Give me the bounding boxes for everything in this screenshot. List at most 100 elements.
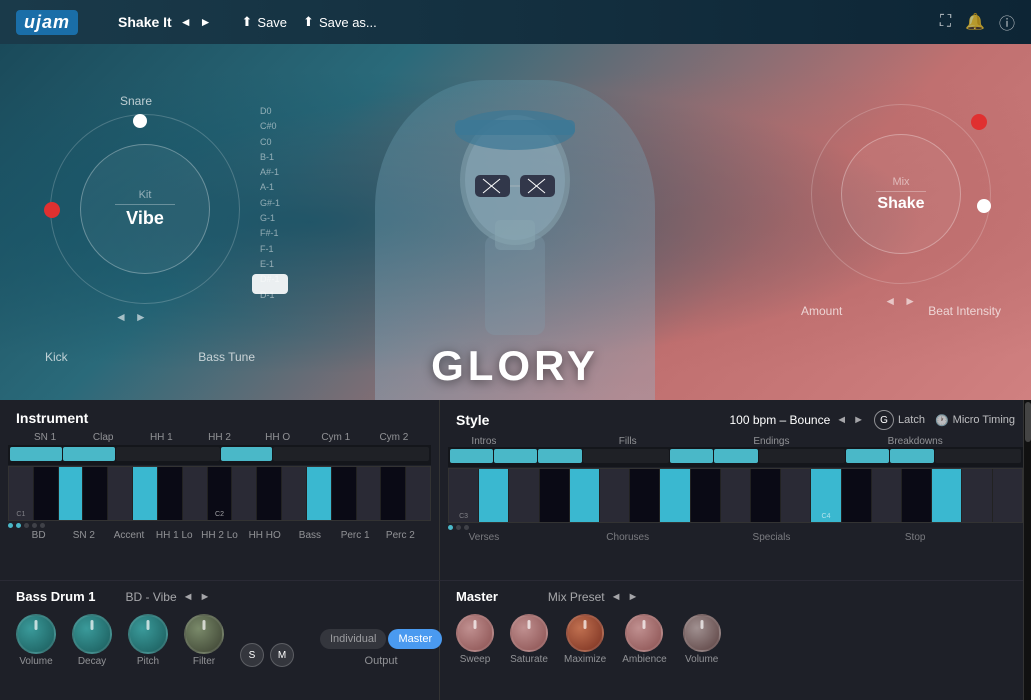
preset-next-button[interactable]: ►	[200, 15, 212, 29]
style-key-cs4[interactable]	[842, 469, 872, 522]
scrollbar-thumb[interactable]	[1025, 402, 1031, 442]
top-bar: ujam Shake It ◄ ► ⬆ Save ⬆ Save as... ⛶ …	[0, 0, 1031, 44]
style-key-f4[interactable]	[962, 469, 992, 522]
solo-button[interactable]: S	[240, 643, 264, 667]
style-key-d4[interactable]	[872, 469, 902, 522]
sweep-knob-label: Sweep	[460, 654, 491, 665]
beat-dot-1	[8, 523, 13, 528]
style-title: Style	[456, 412, 489, 428]
style-key-c4[interactable]: C4	[811, 469, 841, 522]
sweep-knob[interactable]	[456, 614, 494, 652]
latch-icon: G	[874, 410, 894, 430]
key-e2[interactable]	[406, 467, 430, 520]
style-key-f3[interactable]	[600, 469, 630, 522]
mix-selector[interactable]: Mix Shake	[841, 134, 961, 254]
bpm-prev-button[interactable]: ◄	[836, 414, 847, 426]
style-key-cs3[interactable]	[479, 469, 509, 522]
key-d1-active[interactable]	[59, 467, 84, 520]
key-c1[interactable]: C1	[9, 467, 34, 520]
style-key-fs4[interactable]	[993, 469, 1022, 522]
style-key-fs3[interactable]	[630, 469, 660, 522]
preset-name: Shake It	[118, 14, 172, 30]
key-e1[interactable]	[108, 467, 133, 520]
key-ds2[interactable]	[381, 467, 406, 520]
style-top-labels: Intros Fills Endings Breakdowns	[440, 436, 1031, 447]
kick-label: Kick	[45, 350, 68, 364]
style-key-c3[interactable]: C3	[449, 469, 479, 522]
sm-buttons: S M	[240, 643, 294, 667]
style-note-pattern	[448, 447, 1023, 467]
pitch-knob[interactable]	[128, 614, 168, 654]
individual-button[interactable]: Individual	[320, 629, 386, 649]
save-as-button[interactable]: ⬆ Save as...	[303, 14, 377, 30]
style-key-ds4[interactable]	[902, 469, 932, 522]
style-key-a3[interactable]	[721, 469, 751, 522]
piano-keys-row[interactable]: C1 C2	[8, 466, 431, 521]
key-as1[interactable]	[257, 467, 282, 520]
kit-prev-arrow[interactable]: ◄	[115, 310, 127, 324]
micro-timing-button[interactable]: 🕐 Micro Timing	[935, 414, 1015, 427]
saturate-knob[interactable]	[510, 614, 548, 652]
style-key-gs3[interactable]	[691, 469, 721, 522]
style-key-as3[interactable]	[751, 469, 781, 522]
kit-selector[interactable]: Kit Vibe	[80, 144, 210, 274]
key-f1-active[interactable]	[133, 467, 158, 520]
style-key-b3[interactable]	[781, 469, 811, 522]
style-key-g3[interactable]	[660, 469, 690, 522]
style-key-d3[interactable]	[509, 469, 539, 522]
style-beat-dot-3	[464, 525, 469, 530]
bd-preset-next[interactable]: ►	[200, 591, 211, 603]
ambience-knob[interactable]	[625, 614, 663, 652]
key-b1[interactable]	[282, 467, 307, 520]
maximize-knob-group: Maximize	[564, 614, 606, 665]
key-c2-active[interactable]: C2	[307, 467, 332, 520]
notifications-button[interactable]: 🔔	[965, 12, 985, 32]
kit-arrows: ◄ ►	[115, 310, 147, 324]
instrument-header: Instrument	[0, 400, 439, 432]
instrument-top-labels: SN 1 Clap HH 1 HH 2 HH O Cym 1 Cym 2	[0, 432, 439, 443]
master-volume-knob[interactable]	[683, 614, 721, 652]
key-ds1[interactable]	[83, 467, 108, 520]
key-fs1[interactable]	[158, 467, 183, 520]
key-cs2[interactable]	[332, 467, 357, 520]
bd-preset-prev[interactable]: ◄	[183, 591, 194, 603]
beat-dot-3	[24, 523, 29, 528]
style-piano[interactable]: C3 C4	[448, 447, 1023, 523]
volume-knob[interactable]	[16, 614, 56, 654]
key-cs1[interactable]	[34, 467, 59, 520]
style-key-ds3[interactable]	[540, 469, 570, 522]
bass-tune-label: Bass Tune	[198, 350, 255, 364]
style-piano-keys[interactable]: C3 C4	[448, 468, 1023, 523]
kit-label: Kit	[139, 189, 152, 201]
info-button[interactable]: ⓘ	[999, 10, 1015, 34]
mute-button[interactable]: M	[270, 643, 294, 667]
decay-knob[interactable]	[72, 614, 112, 654]
pitch-handle[interactable]	[252, 274, 288, 294]
expand-button[interactable]: ⛶	[940, 13, 951, 31]
bottom-panel: Instrument SN 1 Clap HH 1 HH 2 HH O Cym …	[0, 400, 1031, 700]
master-preset-next[interactable]: ►	[628, 591, 639, 603]
top-actions: ⬆ Save ⬆ Save as...	[242, 14, 377, 30]
main-visual: Snare Kit Vibe ◄ ► Kick Bass Tune D0 C#0…	[0, 44, 1031, 400]
latch-button[interactable]: G Latch	[874, 410, 925, 430]
kit-next-arrow[interactable]: ►	[135, 310, 147, 324]
style-key-e4[interactable]	[932, 469, 962, 522]
kit-dot-left[interactable]	[44, 202, 60, 218]
instrument-controls: Bass Drum 1 BD - Vibe ◄ ► Volume Decay P…	[0, 580, 440, 700]
key-g1[interactable]	[183, 467, 208, 520]
master-preset-prev[interactable]: ◄	[611, 591, 622, 603]
filter-knob[interactable]	[184, 614, 224, 654]
style-key-e3[interactable]	[570, 469, 600, 522]
instrument-title: Instrument	[16, 410, 88, 426]
bpm-next-button[interactable]: ►	[853, 414, 864, 426]
save-button[interactable]: ⬆ Save	[242, 14, 288, 30]
instrument-piano[interactable]: C1 C2	[8, 445, 431, 521]
mix-dot-top[interactable]	[971, 114, 987, 130]
preset-prev-button[interactable]: ◄	[180, 15, 192, 29]
style-note-inactive-2	[759, 449, 845, 463]
right-scrollbar[interactable]	[1023, 400, 1031, 700]
key-d2[interactable]	[357, 467, 382, 520]
master-button[interactable]: Master	[388, 629, 442, 649]
maximize-knob[interactable]	[566, 614, 604, 652]
key-a1[interactable]	[232, 467, 257, 520]
